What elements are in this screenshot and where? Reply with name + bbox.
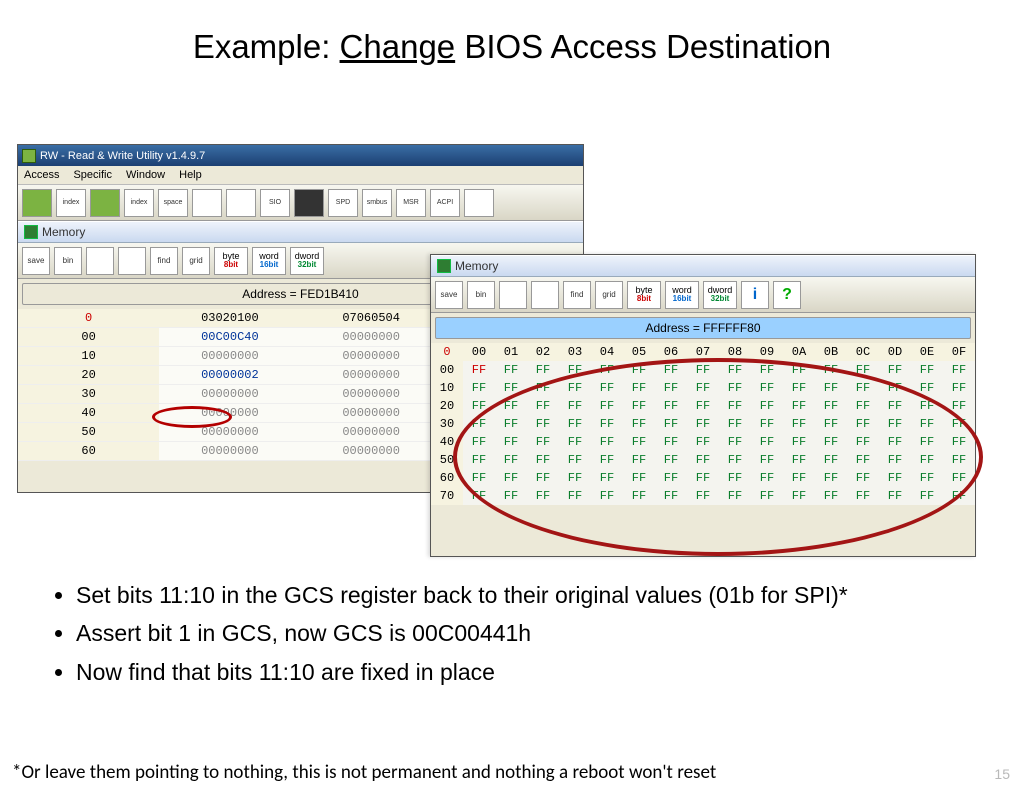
page-number: 15 [994,766,1010,782]
toolbar-btn-10[interactable]: smbus [362,189,392,217]
view-dword-button[interactable]: dword32bit [703,281,737,309]
menubar: Access Specific Window Help [18,166,583,185]
subtool-bin[interactable]: bin [54,247,82,275]
toolbar-btn-8[interactable] [294,189,324,217]
toolbar-btn-3[interactable]: index [124,189,154,217]
view-dword-button[interactable]: dword32bit [290,247,324,275]
view-word-button[interactable]: word16bit [252,247,286,275]
toolbar-btn-5[interactable] [192,189,222,217]
toolbar-btn-0[interactable] [22,189,52,217]
view-word-button[interactable]: word16bit [665,281,699,309]
toolbar-btn-13[interactable] [464,189,494,217]
memory-pane-header: Memory [18,221,583,243]
subtool-save[interactable]: save [22,247,50,275]
toolbar-btn-7[interactable]: SIO [260,189,290,217]
bullet-item: Now find that bits 11:10 are fixed in pl… [76,657,968,687]
menu-window[interactable]: Window [126,169,165,181]
subtool-grid[interactable]: grid [595,281,623,309]
help-icon[interactable]: ? [773,281,801,309]
byte-hex-table: 0000102030405060708090A0B0C0D0E0F00FFFFF… [431,343,975,505]
titlebar[interactable]: RW - Read & Write Utility v1.4.9.7 [18,145,583,166]
app-icon [22,149,36,163]
bullet-list: Set bits 11:10 in the GCS register back … [48,580,968,695]
footnote: *Or leave them pointing to nothing, this… [12,761,716,784]
memory-icon [24,225,38,239]
bullet-item: Assert bit 1 in GCS, now GCS is 00C00441… [76,618,968,648]
slide-title: Example: Change BIOS Access Destination [0,28,1024,66]
subtool-3[interactable] [118,247,146,275]
window-title: RW - Read & Write Utility v1.4.9.7 [40,150,205,162]
toolbar-btn-6[interactable] [226,189,256,217]
menu-specific[interactable]: Specific [73,169,112,181]
subtool-3[interactable] [531,281,559,309]
subtool-bin[interactable]: bin [467,281,495,309]
menu-access[interactable]: Access [24,169,59,181]
rw-utility-window-right: Memory savebin findgridbyte8bitword16bitd… [430,254,976,557]
toolbar-btn-9[interactable]: SPD [328,189,358,217]
toolbar-btn-4[interactable]: space [158,189,188,217]
toolbar-btn-12[interactable]: ACPI [430,189,460,217]
subtool-find[interactable]: find [563,281,591,309]
subtool-2[interactable] [499,281,527,309]
memory-toolbar: savebin findgridbyte8bitword16bitdword32b… [431,277,975,313]
address-field-right[interactable]: Address = FFFFFF80 [435,317,971,339]
info-icon[interactable]: i [741,281,769,309]
menu-help[interactable]: Help [179,169,202,181]
subtool-grid[interactable]: grid [182,247,210,275]
main-toolbar: indexindexspaceSIOSPDsmbusMSRACPI [18,185,583,221]
toolbar-btn-1[interactable]: index [56,189,86,217]
memory-icon [437,259,451,273]
subtool-find[interactable]: find [150,247,178,275]
subtool-save[interactable]: save [435,281,463,309]
bullet-item: Set bits 11:10 in the GCS register back … [76,580,968,610]
memory-pane-header: Memory [431,255,975,277]
subtool-2[interactable] [86,247,114,275]
toolbar-btn-2[interactable] [90,189,120,217]
toolbar-btn-11[interactable]: MSR [396,189,426,217]
view-byte-button[interactable]: byte8bit [214,247,248,275]
view-byte-button[interactable]: byte8bit [627,281,661,309]
